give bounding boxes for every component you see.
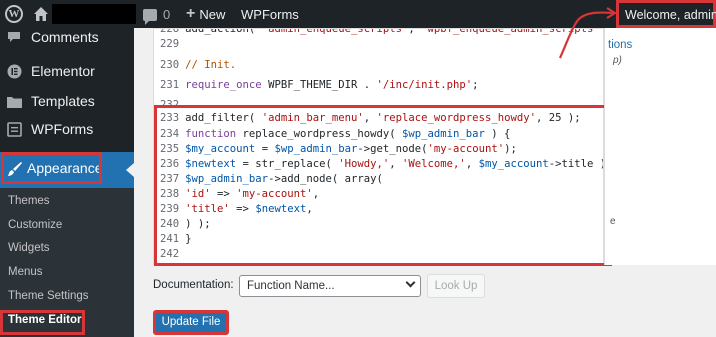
submenu-item-menus[interactable]: Menus — [8, 266, 43, 278]
theme-editor-highlight-box — [0, 310, 85, 335]
code-token: // Init. — [185, 59, 237, 71]
submenu-item-theme-settings[interactable]: Theme Settings — [8, 290, 89, 302]
theme-file-fragment: e — [610, 216, 616, 227]
function-name-select[interactable]: Function Name... — [239, 275, 421, 297]
comments-count: 0 — [163, 7, 171, 22]
submenu-item-customize[interactable]: Customize — [8, 219, 62, 231]
theme-functions-link[interactable]: tions — [608, 39, 632, 51]
sidebar-item-label: Elementor — [31, 63, 95, 79]
code-token: 'wpbf_enqueue_admin_scripts' — [421, 28, 600, 35]
appearance-submenu: Themes Customize Widgets Menus Theme Set… — [0, 188, 134, 337]
sidebar-item-elementor[interactable]: Elementor — [0, 60, 134, 82]
elementor-icon — [6, 63, 22, 79]
sidebar-item-appearance[interactable]: Appearance — [0, 152, 134, 188]
submenu-item-themes[interactable]: Themes — [8, 195, 50, 207]
code-token: require_once — [185, 79, 262, 91]
admin-bar: W 0 + New WPForms Welcome, admin — [0, 0, 716, 28]
sidebar-item-templates[interactable]: Templates — [0, 90, 134, 112]
comment-bubble-icon — [143, 8, 157, 25]
sidebar-item-comments[interactable]: Comments — [0, 28, 134, 46]
new-label: New — [199, 7, 226, 22]
sidebar-item-label: WPForms — [31, 121, 94, 137]
folder-icon — [6, 93, 22, 109]
wpforms-icon — [6, 121, 22, 137]
home-icon[interactable] — [33, 6, 49, 22]
code-line[interactable]: 229 — [160, 38, 185, 50]
current-menu-arrow-icon — [126, 163, 134, 177]
admin-sidebar: Comments Elementor Templates WPForms App… — [0, 28, 134, 337]
comments-link[interactable]: 0 — [143, 7, 171, 25]
code-token: ; — [472, 79, 479, 91]
main-content: 228 add_action( 'admin_enqueue_scripts', … — [134, 28, 716, 337]
line-number: 228 — [160, 28, 180, 35]
appearance-highlight-box — [1, 152, 102, 184]
chevron-down-icon — [405, 277, 416, 288]
code-token: , — [408, 28, 422, 35]
look-up-button[interactable]: Look Up — [427, 274, 485, 298]
sidebar-item-label: Templates — [31, 93, 95, 109]
submenu-item-widgets[interactable]: Widgets — [8, 242, 50, 254]
update-file-button[interactable]: Update File — [153, 310, 229, 335]
welcome-account-menu[interactable]: Welcome, admin — [616, 0, 716, 28]
code-token: 'admin_enqueue_scripts' — [261, 28, 409, 35]
code-line[interactable]: 230 // Init. — [160, 59, 236, 71]
wordpress-logo-icon[interactable]: W — [5, 5, 23, 23]
code-token: '/inc/init.php' — [376, 79, 473, 91]
new-content-link[interactable]: + New — [186, 5, 226, 23]
theme-functions-filename: p) — [613, 55, 622, 66]
comments-icon — [6, 29, 22, 45]
documentation-label: Documentation: — [153, 279, 234, 291]
wpforms-adminbar-link[interactable]: WPForms — [241, 7, 299, 22]
theme-files-panel: tions p) e — [604, 28, 716, 265]
plus-icon: + — [186, 5, 196, 22]
code-line[interactable]: 228 add_action( 'admin_enqueue_scripts', … — [160, 28, 603, 35]
line-number: 230 — [160, 59, 180, 71]
line-number: 229 — [160, 38, 180, 50]
site-name-redacted[interactable] — [52, 4, 136, 24]
code-token: add_action( — [185, 28, 262, 35]
function-name-selected: Function Name... — [247, 280, 335, 292]
code-highlight-box — [154, 105, 612, 266]
code-token: WPBF_THEME_DIR . — [261, 79, 377, 91]
line-number: 231 — [160, 79, 180, 91]
code-line[interactable]: 231 require_once WPBF_THEME_DIR . '/inc/i… — [160, 79, 479, 91]
sidebar-item-label: Comments — [31, 29, 99, 45]
sidebar-item-wpforms[interactable]: WPForms — [0, 118, 134, 140]
